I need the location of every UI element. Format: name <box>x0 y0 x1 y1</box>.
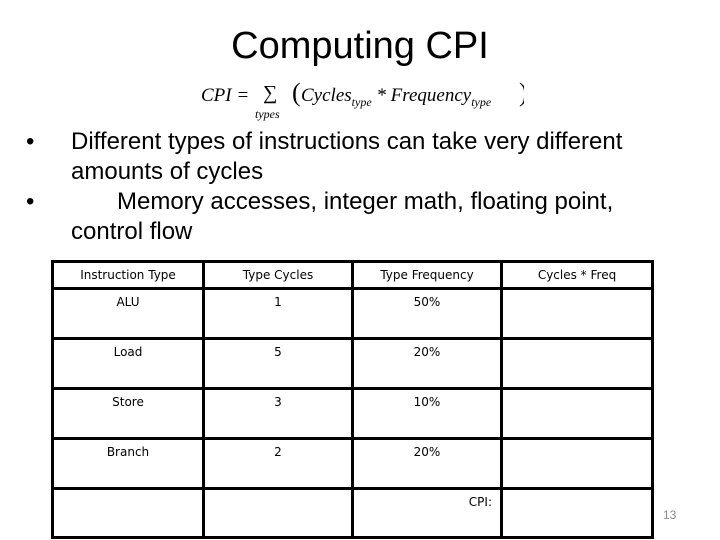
formula-close-paren: ) <box>519 78 524 108</box>
cpi-total-label: CPI: <box>351 487 503 539</box>
cpi-table: Instruction Type Type Cycles Type Freque… <box>51 260 654 539</box>
table-row: Store 3 10% <box>51 387 654 440</box>
bullet-item: • Different types of instructions can ta… <box>26 127 646 187</box>
bullet-marker: • <box>26 128 35 155</box>
table-total-row: CPI: <box>51 487 654 539</box>
cell-type-cycles: 2 <box>202 437 354 490</box>
cell-type-cycles: 3 <box>202 387 354 440</box>
cell-cycles-freq <box>500 287 654 340</box>
formula-body: Cyclestype * Frequencytype <box>301 85 492 109</box>
cell-instruction-type: Store <box>51 387 205 440</box>
formula-operator: * <box>371 85 391 106</box>
bullet-item: • Memory accesses, integer math, floatin… <box>26 187 646 247</box>
sigma-subscript: types <box>255 107 280 121</box>
bullet-list: • Different types of instructions can ta… <box>26 127 646 247</box>
cell-cycles-freq <box>500 387 654 440</box>
cell-empty <box>202 487 354 539</box>
formula-cycles-subscript: type <box>351 95 372 109</box>
cell-instruction-type: Load <box>51 337 205 390</box>
table-row: Load 5 20% <box>51 337 654 390</box>
formula-open-paren: ( <box>292 78 301 107</box>
slide-title: Computing CPI <box>231 25 489 67</box>
cell-type-frequency: 20% <box>351 437 503 490</box>
formula-frequency: Frequency <box>390 85 472 106</box>
cell-instruction-type: Branch <box>51 437 205 490</box>
bullet-text: Memory accesses, integer math, floating … <box>71 188 614 245</box>
formula-lhs: CPI = <box>201 85 250 106</box>
table-row: Branch 2 20% <box>51 437 654 490</box>
header-cycles-freq: Cycles * Freq <box>500 260 654 290</box>
header-type-cycles: Type Cycles <box>202 260 354 290</box>
header-instruction-type: Instruction Type <box>51 260 205 290</box>
cell-cycles-freq <box>500 437 654 490</box>
cell-instruction-type: ALU <box>51 287 205 340</box>
cell-type-cycles: 1 <box>202 287 354 340</box>
formula-frequency-subscript: type <box>471 95 492 109</box>
header-type-frequency: Type Frequency <box>351 260 503 290</box>
cell-type-frequency: 10% <box>351 387 503 440</box>
page-number: 13 <box>663 508 677 522</box>
formula-cycles: Cycles <box>301 85 352 106</box>
table-header-row: Instruction Type Type Cycles Type Freque… <box>51 260 654 290</box>
sigma-symbol: ∑ <box>263 82 278 104</box>
cell-type-cycles: 5 <box>202 337 354 390</box>
cell-type-frequency: 20% <box>351 337 503 390</box>
cpi-total-value <box>500 487 654 539</box>
cell-empty <box>51 487 205 539</box>
cell-type-frequency: 50% <box>351 287 503 340</box>
cell-cycles-freq <box>500 337 654 390</box>
cpi-formula: CPI = ∑ types ( Cyclestype * Frequencyty… <box>198 78 528 122</box>
bullet-marker: • <box>26 188 35 215</box>
bullet-text: Different types of instructions can take… <box>71 128 623 185</box>
table-row: ALU 1 50% <box>51 287 654 340</box>
